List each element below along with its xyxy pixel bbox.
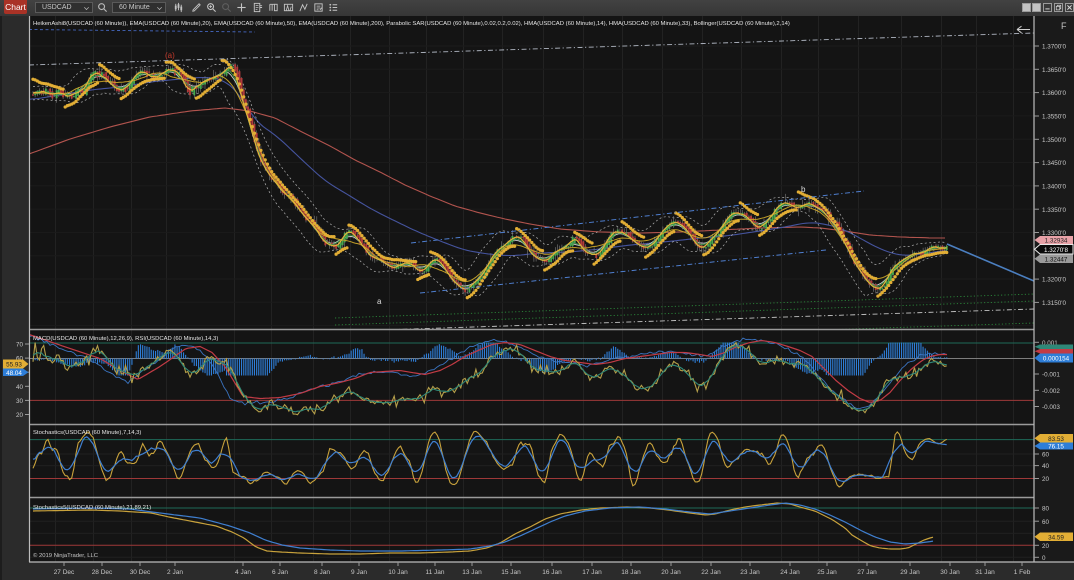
svg-text:1.3450'0: 1.3450'0 <box>1042 160 1066 167</box>
svg-text:1.3270'8: 1.3270'8 <box>1044 247 1068 254</box>
svg-text:MACD(USDCAD (60 Minute),12,26,: MACD(USDCAD (60 Minute),12,26,9), RSI(US… <box>33 336 218 342</box>
svg-text:20 Jan: 20 Jan <box>661 569 681 576</box>
svg-text:76.15: 76.15 <box>1048 444 1064 451</box>
svg-text:13 Jan: 13 Jan <box>462 569 482 576</box>
svg-text:17 Jan: 17 Jan <box>582 569 602 576</box>
svg-text:1 Feb: 1 Feb <box>1014 569 1031 576</box>
svg-text:20: 20 <box>16 412 24 419</box>
svg-text:2 Jan: 2 Jan <box>167 569 183 576</box>
svg-text:11 Jan: 11 Jan <box>425 569 444 576</box>
svg-text:29 Jan: 29 Jan <box>900 569 920 576</box>
svg-text:-0.002: -0.002 <box>1042 388 1060 395</box>
svg-text:4 Jan: 4 Jan <box>235 569 251 576</box>
svg-text:18 Jan: 18 Jan <box>621 569 641 576</box>
svg-text:27 Dec: 27 Dec <box>54 569 75 576</box>
svg-text:(a): (a) <box>165 51 175 60</box>
svg-text:15 Jan: 15 Jan <box>501 569 521 576</box>
svg-text:25 Jan: 25 Jan <box>817 569 837 576</box>
svg-text:30 Dec: 30 Dec <box>130 569 151 576</box>
svg-text:22 Jan: 22 Jan <box>701 569 721 576</box>
svg-text:1.3600'0: 1.3600'0 <box>1042 90 1066 97</box>
svg-text:1.3500'0: 1.3500'0 <box>1042 137 1066 144</box>
svg-text:23 Jan: 23 Jan <box>740 569 760 576</box>
svg-text:8 Jan: 8 Jan <box>314 569 330 576</box>
svg-text:b: b <box>801 185 806 194</box>
svg-text:a: a <box>377 297 382 306</box>
svg-text:1.3700'0: 1.3700'0 <box>1042 44 1066 51</box>
svg-text:20: 20 <box>1042 543 1050 550</box>
svg-text:1.3350'0: 1.3350'0 <box>1042 207 1066 214</box>
svg-text:40: 40 <box>1042 463 1050 470</box>
svg-text:30: 30 <box>16 398 24 405</box>
svg-text:80: 80 <box>1042 506 1050 513</box>
svg-text:27 Jan: 27 Jan <box>857 569 877 576</box>
svg-text:1.3550'0: 1.3550'0 <box>1042 114 1066 121</box>
svg-text:6 Jan: 6 Jan <box>272 569 288 576</box>
svg-text:1.32934: 1.32934 <box>1045 238 1068 245</box>
svg-text:Stochastics(USDCAD (60 Minute): Stochastics(USDCAD (60 Minute),7,14,3) <box>33 430 141 436</box>
svg-text:60: 60 <box>1042 519 1050 526</box>
svg-text:1.32447: 1.32447 <box>1045 256 1068 263</box>
svg-text:16 Jan: 16 Jan <box>542 569 562 576</box>
svg-text:Stochastics5(USDCAD (60 Minute: Stochastics5(USDCAD (60 Minute),21,89,21… <box>33 505 151 511</box>
svg-text:55.93: 55.93 <box>6 362 22 369</box>
svg-text:1.3150'0: 1.3150'0 <box>1042 300 1066 307</box>
svg-text:-0.003: -0.003 <box>1042 404 1060 411</box>
svg-text:F: F <box>1061 21 1067 31</box>
svg-text:34.59: 34.59 <box>1048 534 1064 541</box>
svg-text:20: 20 <box>1042 476 1050 483</box>
svg-text:28 Dec: 28 Dec <box>92 569 113 576</box>
svg-text:48.04: 48.04 <box>6 370 22 377</box>
svg-text:1.3650'0: 1.3650'0 <box>1042 67 1066 74</box>
svg-text:0: 0 <box>1042 555 1046 562</box>
svg-text:60: 60 <box>1042 452 1050 459</box>
svg-text:30 Jan: 30 Jan <box>940 569 960 576</box>
svg-text:0.000154: 0.000154 <box>1043 356 1070 363</box>
svg-text:40: 40 <box>16 384 24 391</box>
svg-text:31 Jan: 31 Jan <box>975 569 995 576</box>
svg-text:10 Jan: 10 Jan <box>388 569 408 576</box>
svg-text:1.3400'0: 1.3400'0 <box>1042 184 1066 191</box>
svg-text:HeikenAshi8(USDCAD (60 Minute): HeikenAshi8(USDCAD (60 Minute)), EMA(USD… <box>33 21 790 27</box>
svg-text:1.3200'0: 1.3200'0 <box>1042 277 1066 284</box>
svg-text:-0.001: -0.001 <box>1042 372 1060 379</box>
svg-text:83.53: 83.53 <box>1048 436 1064 443</box>
svg-text:© 2019 NinjaTrader, LLC: © 2019 NinjaTrader, LLC <box>33 552 99 559</box>
svg-text:9 Jan: 9 Jan <box>351 569 367 576</box>
svg-text:24 Jan: 24 Jan <box>780 569 800 576</box>
svg-text:70: 70 <box>16 342 24 349</box>
